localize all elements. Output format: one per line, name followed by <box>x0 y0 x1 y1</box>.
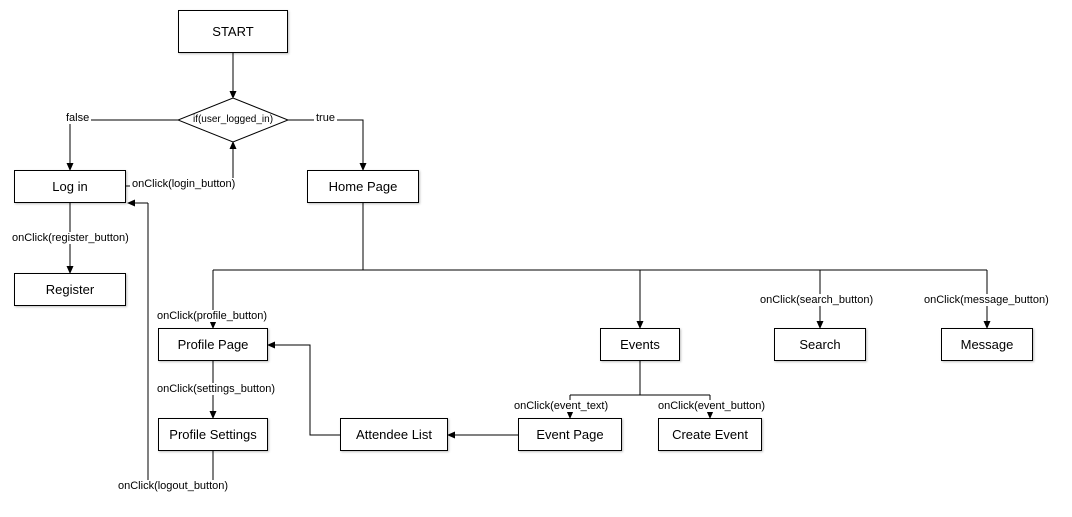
message-label: Message <box>961 337 1014 352</box>
register-label: Register <box>46 282 94 297</box>
events-node: Events <box>600 328 680 361</box>
edge-event-text-label: onClick(event_text) <box>512 400 610 412</box>
edge-settings-label: onClick(settings_button) <box>155 383 277 395</box>
edge-message-label: onClick(message_button) <box>922 294 1051 306</box>
login-node: Log in <box>14 170 126 203</box>
search-node: Search <box>774 328 866 361</box>
edge-register-label: onClick(register_button) <box>10 232 131 244</box>
start-label: START <box>212 24 253 39</box>
edge-profile-label: onClick(profile_button) <box>155 310 269 322</box>
profile-label: Profile Page <box>178 337 249 352</box>
profile-node: Profile Page <box>158 328 268 361</box>
home-node: Home Page <box>307 170 419 203</box>
search-label: Search <box>799 337 840 352</box>
register-node: Register <box>14 273 126 306</box>
event-page-node: Event Page <box>518 418 622 451</box>
edge-true-label: true <box>314 112 337 124</box>
start-node: START <box>178 10 288 53</box>
login-label: Log in <box>52 179 87 194</box>
profile-settings-node: Profile Settings <box>158 418 268 451</box>
attendee-list-node: Attendee List <box>340 418 448 451</box>
decision-label: if(user_logged_in) <box>178 114 288 125</box>
create-event-node: Create Event <box>658 418 762 451</box>
event-page-label: Event Page <box>536 427 603 442</box>
profile-settings-label: Profile Settings <box>169 427 256 442</box>
create-event-label: Create Event <box>672 427 748 442</box>
attendee-list-label: Attendee List <box>356 427 432 442</box>
decision-node: if(user_logged_in) <box>178 98 288 142</box>
events-label: Events <box>620 337 660 352</box>
edge-search-label: onClick(search_button) <box>758 294 875 306</box>
edge-logout-label: onClick(logout_button) <box>116 480 230 492</box>
edge-false-label: false <box>64 112 91 124</box>
home-label: Home Page <box>329 179 398 194</box>
edge-login-label: onClick(login_button) <box>130 178 237 190</box>
edge-event-btn-label: onClick(event_button) <box>656 400 767 412</box>
message-node: Message <box>941 328 1033 361</box>
